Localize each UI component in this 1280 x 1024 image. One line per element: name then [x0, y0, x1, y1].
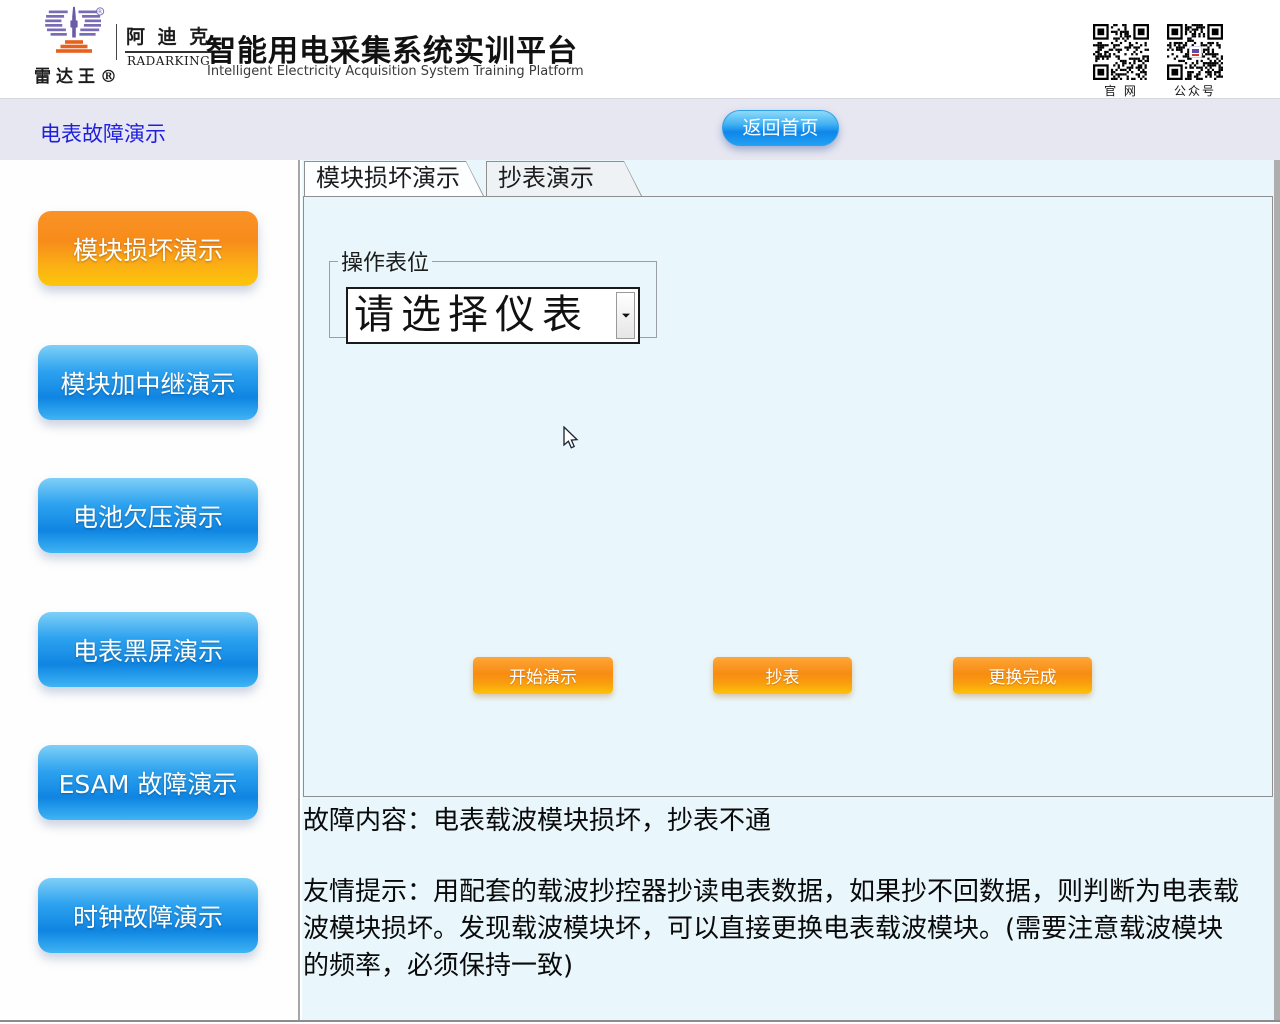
- dropdown-arrow-icon[interactable]: [616, 292, 635, 339]
- company-block: 阿 迪 克 RADARKING: [125, 22, 212, 68]
- page-subtitle: Intelligent Electricity Acquisition Syst…: [207, 64, 584, 79]
- tab-meter-reading[interactable]: 抄表演示: [486, 161, 642, 196]
- tab-meter-reading-label: 抄表演示: [486, 161, 642, 196]
- sidebar-item-battery-undervoltage[interactable]: 电池欠压演示: [38, 478, 258, 553]
- breadcrumb: 电表故障演示: [40, 118, 166, 148]
- friendly-tip-text: 友情提示：用配套的载波抄控器抄读电表数据，如果抄不回数据，则判断为电表载波模块损…: [303, 874, 1249, 985]
- meter-position-group: 操作表位 请选择仪表: [329, 245, 657, 338]
- sidebar-item-meter-blackscreen[interactable]: 电表黑屏演示: [38, 612, 258, 687]
- fault-content-text: 故障内容：电表载波模块损坏，抄表不通: [303, 803, 1249, 840]
- qr-code-wechat: 公众号: [1166, 24, 1224, 99]
- meter-position-legend: 操作表位: [338, 245, 432, 277]
- sidebar-item-clock-fault[interactable]: 时钟故障演示: [38, 878, 258, 953]
- radarking-logo-icon: R: [40, 6, 108, 60]
- qr-wechat-label: 公众号: [1166, 82, 1224, 99]
- app-header: R 雷达王® 阿 迪 克 RADARKING 智能用电采集系统实训平台 Inte…: [0, 0, 1280, 98]
- sidebar-item-module-damage[interactable]: 模块损坏演示: [38, 211, 258, 286]
- tab-panel: 操作表位 请选择仪表 开始演示 抄表 更换完成: [303, 196, 1273, 797]
- read-meter-button[interactable]: 抄表: [713, 657, 852, 694]
- sidebar-item-module-relay[interactable]: 模块加中继演示: [38, 345, 258, 420]
- breadcrumb-bar: 电表故障演示 返回首页: [0, 98, 1280, 160]
- meter-select-dropdown[interactable]: 请选择仪表: [346, 287, 640, 344]
- qr-code-website: 官 网: [1092, 24, 1150, 99]
- return-home-button[interactable]: 返回首页: [722, 110, 839, 146]
- qr-center-logo: [1189, 46, 1202, 58]
- sidebar: 模块损坏演示 模块加中继演示 电池欠压演示 电表黑屏演示 ESAM 故障演示 时…: [0, 160, 300, 1020]
- start-demo-button[interactable]: 开始演示: [473, 657, 613, 694]
- sidebar-item-esam-fault[interactable]: ESAM 故障演示: [38, 745, 258, 820]
- tab-module-damage[interactable]: 模块损坏演示: [304, 161, 484, 196]
- svg-text:R: R: [98, 10, 102, 16]
- fault-info-area: 故障内容：电表载波模块损坏，抄表不通 友情提示：用配套的载波抄控器抄读电表数据，…: [303, 803, 1249, 985]
- content-area: 模块损坏演示 抄表演示 操作表位 请选择仪表 开始演示 抄表 更换完成 故障内容…: [302, 160, 1280, 1020]
- replace-done-button[interactable]: 更换完成: [953, 657, 1092, 694]
- bottom-divider: [0, 1020, 1280, 1022]
- company-name-en: RADARKING: [125, 54, 212, 68]
- qr-website-image: [1093, 24, 1149, 80]
- right-edge-strip: [1274, 160, 1280, 1020]
- logo-text: 雷达王®: [34, 62, 122, 87]
- tab-module-damage-label: 模块损坏演示: [304, 161, 484, 196]
- meter-select-value: 请选择仪表: [348, 289, 638, 341]
- main-row: 模块损坏演示 模块加中继演示 电池欠压演示 电表黑屏演示 ESAM 故障演示 时…: [0, 160, 1280, 1020]
- brand-divider: [116, 24, 117, 60]
- company-name-cn: 阿 迪 克: [125, 22, 212, 53]
- qr-website-label: 官 网: [1092, 82, 1150, 99]
- mouse-cursor-icon: [563, 426, 581, 452]
